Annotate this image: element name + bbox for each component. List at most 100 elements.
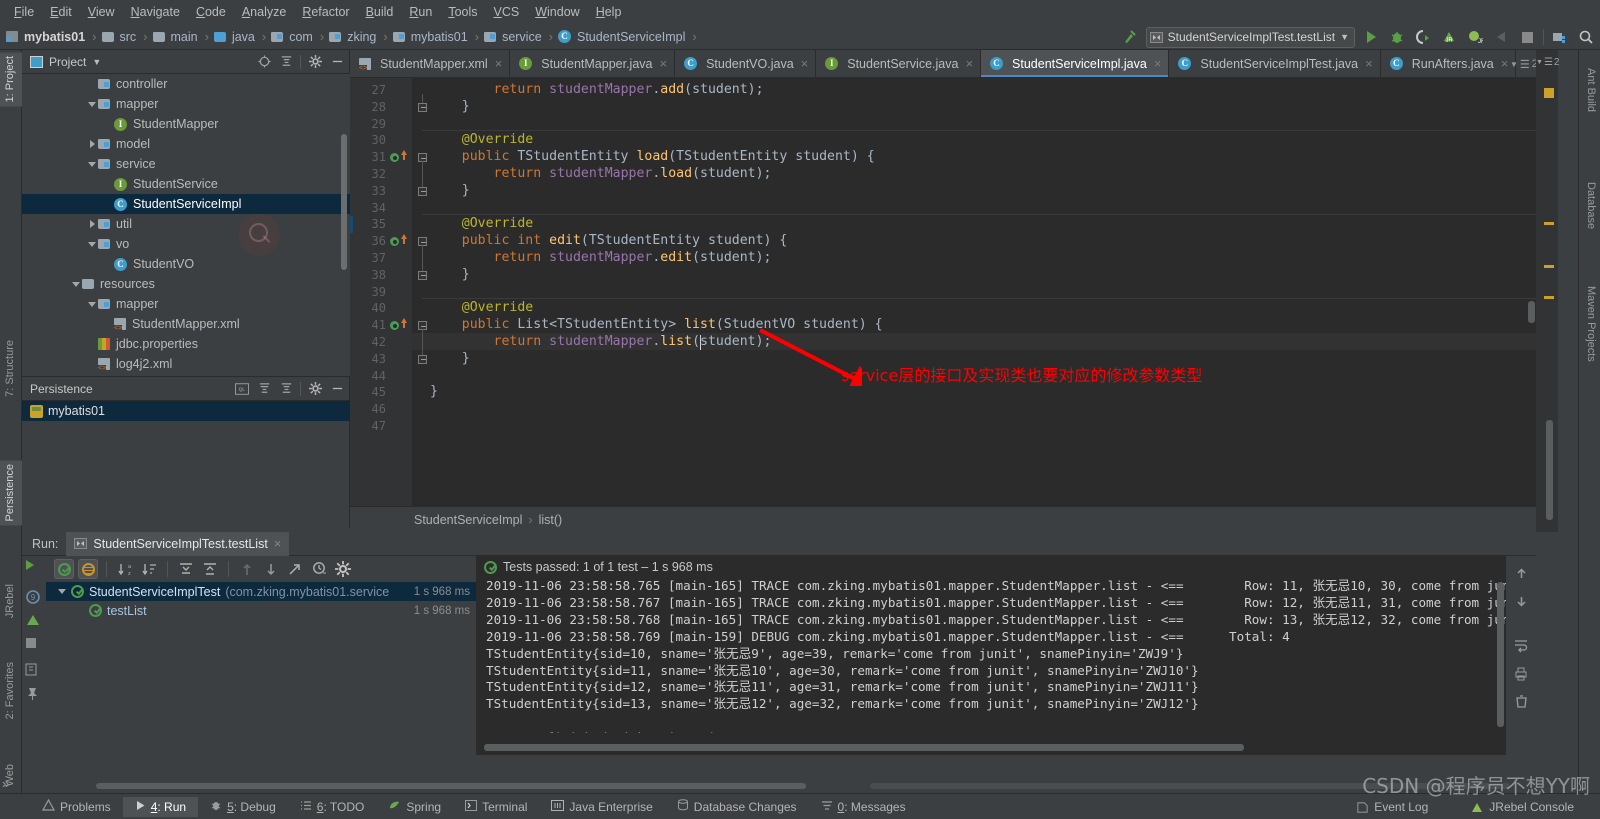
tree-node-model[interactable]: model bbox=[22, 134, 350, 154]
tree-toggle[interactable] bbox=[102, 314, 114, 334]
test-tree-row-testlist[interactable]: testList 1 s 968 ms bbox=[46, 601, 476, 620]
tree-node-controller[interactable]: controller bbox=[22, 74, 350, 94]
status-bar-5-debug[interactable]: 5: Debug bbox=[198, 796, 288, 817]
tree-node-studentserviceimpl[interactable]: C StudentServiceImpl bbox=[22, 194, 350, 214]
editor-tab-studentserviceimpl-java[interactable]: C StudentServiceImpl.java × bbox=[981, 50, 1170, 77]
export-test-results-icon[interactable] bbox=[285, 559, 305, 579]
tree-toggle[interactable] bbox=[102, 174, 114, 194]
tool-window-database[interactable]: Database bbox=[1579, 178, 1600, 233]
tool-window-jrebel[interactable]: JRebel bbox=[0, 580, 22, 622]
horizontal-splitter[interactable] bbox=[96, 783, 806, 789]
console-horizontal-scrollbar[interactable] bbox=[484, 744, 1244, 751]
search-everywhere-icon[interactable] bbox=[1576, 27, 1596, 47]
run-button[interactable] bbox=[1361, 27, 1381, 47]
tree-toggle[interactable] bbox=[102, 254, 114, 274]
tree-node-mapper[interactable]: mapper bbox=[22, 94, 350, 114]
stop-icon[interactable] bbox=[26, 638, 36, 648]
menu-item-build[interactable]: Build bbox=[358, 2, 402, 22]
menu-item-tools[interactable]: Tools bbox=[440, 2, 485, 22]
tree-node-util[interactable]: util bbox=[22, 214, 350, 234]
status-bar-spring[interactable]: Spring bbox=[376, 796, 453, 817]
menu-item-window[interactable]: Window bbox=[527, 2, 587, 22]
scroll-up-icon[interactable] bbox=[1514, 566, 1529, 584]
tree-toggle[interactable] bbox=[102, 194, 114, 214]
code-fold-icon[interactable] bbox=[418, 186, 427, 196]
menu-item-navigate[interactable]: Navigate bbox=[123, 2, 188, 22]
test-settings-gear-icon[interactable] bbox=[333, 559, 353, 579]
status-bar-6-todo[interactable]: 6: TODO bbox=[288, 797, 377, 817]
editor-tab-studentmapper-xml[interactable]: StudentMapper.xml × bbox=[350, 50, 511, 77]
close-icon[interactable]: × bbox=[965, 56, 973, 71]
tree-node-vo[interactable]: vo bbox=[22, 234, 350, 254]
tree-toggle-collapsed-icon[interactable] bbox=[86, 134, 98, 154]
status-bar-database-changes[interactable]: Database Changes bbox=[665, 796, 809, 817]
breadcrumb-item-studentserviceimpl[interactable]: C StudentServiceImpl › bbox=[558, 29, 702, 45]
debug-button[interactable] bbox=[1387, 27, 1407, 47]
close-icon[interactable]: × bbox=[801, 56, 809, 71]
tree-toggle-expanded-icon[interactable] bbox=[86, 234, 98, 254]
console-vertical-scrollbar[interactable] bbox=[1497, 582, 1504, 727]
hide-icon[interactable] bbox=[329, 54, 345, 70]
status-bar-problems[interactable]: Problems bbox=[30, 796, 123, 817]
close-icon[interactable]: × bbox=[274, 536, 282, 551]
tool-window-ant-build[interactable]: Ant Build bbox=[1579, 64, 1600, 116]
sort-by-duration-icon[interactable] bbox=[139, 559, 159, 579]
tree-toggle-expanded-icon[interactable] bbox=[86, 294, 98, 314]
rerun-button[interactable] bbox=[26, 560, 34, 570]
sort-alphabetically-icon[interactable]: az bbox=[115, 559, 135, 579]
collapse-all-icon[interactable] bbox=[200, 559, 220, 579]
tree-node-service[interactable]: service bbox=[22, 154, 350, 174]
print-icon[interactable] bbox=[1513, 666, 1529, 684]
show-passed-toggle[interactable] bbox=[54, 559, 74, 579]
persistence-item-mybatis01[interactable]: mybatis01 bbox=[22, 401, 350, 421]
menu-item-vcs[interactable]: VCS bbox=[486, 2, 528, 22]
close-icon[interactable]: × bbox=[660, 56, 668, 71]
menu-item-code[interactable]: Code bbox=[188, 2, 234, 22]
breadcrumb-item-com[interactable]: com › bbox=[271, 29, 329, 45]
menu-item-refactor[interactable]: Refactor bbox=[294, 2, 357, 22]
breadcrumb-class[interactable]: StudentServiceImpl bbox=[414, 513, 522, 527]
breadcrumb-item-java[interactable]: java › bbox=[213, 29, 271, 45]
breadcrumb-method[interactable]: list() bbox=[539, 513, 563, 527]
breadcrumb-item-zking[interactable]: zking › bbox=[329, 29, 393, 45]
run-with-coverage-button[interactable] bbox=[1413, 27, 1433, 47]
implements-method-icon[interactable] bbox=[390, 235, 399, 249]
tool-window-persistence[interactable]: Persistence bbox=[0, 460, 22, 526]
toggle-auto-test-icon[interactable] bbox=[25, 612, 41, 631]
tree-node-studentservice[interactable]: I StudentService bbox=[22, 174, 350, 194]
code-editor[interactable]: 27 return studentMapper.add(student); 28 … bbox=[350, 78, 1536, 506]
hide-icon[interactable] bbox=[329, 381, 345, 397]
persistence-tree[interactable]: mybatis01 bbox=[22, 401, 350, 529]
menu-item-help[interactable]: Help bbox=[588, 2, 630, 22]
tree-toggle[interactable] bbox=[86, 334, 98, 354]
status-bar-4-run[interactable]: 4: Run bbox=[122, 796, 199, 817]
editor-tab-runafters-java[interactable]: C RunAfters.java × bbox=[1381, 50, 1517, 77]
tree-toggle-expanded-icon[interactable] bbox=[70, 274, 82, 294]
chevron-down-icon[interactable]: ▼ bbox=[92, 57, 101, 67]
editor-tab-studentserviceimpltest-java[interactable]: C StudentServiceImplTest.java × bbox=[1169, 50, 1381, 77]
next-failed-test-icon[interactable] bbox=[261, 559, 281, 579]
prev-failed-test-icon[interactable] bbox=[237, 559, 257, 579]
implements-method-icon[interactable] bbox=[390, 151, 399, 165]
tree-node-studentmapper[interactable]: I StudentMapper bbox=[22, 114, 350, 134]
soft-wrap-icon[interactable] bbox=[1513, 638, 1529, 656]
sql-icon[interactable]: QL bbox=[234, 381, 250, 397]
tree-toggle[interactable] bbox=[86, 74, 98, 94]
tree-toggle-expanded-icon[interactable] bbox=[86, 154, 98, 174]
tool-window-project[interactable]: 1: Project bbox=[0, 52, 22, 107]
run-junit-button[interactable]: JR bbox=[1439, 27, 1459, 47]
tree-node-jdbc-properties[interactable]: jdbc.properties bbox=[22, 334, 350, 354]
gear-icon[interactable] bbox=[307, 54, 323, 70]
tree-toggle-expanded-icon[interactable] bbox=[86, 94, 98, 114]
menu-item-analyze[interactable]: Analyze bbox=[234, 2, 294, 22]
breadcrumb-item-main[interactable]: main › bbox=[152, 29, 214, 45]
project-structure-button[interactable] bbox=[1550, 27, 1570, 47]
editor-tab-studentvo-java[interactable]: C StudentVO.java × bbox=[675, 50, 817, 77]
test-history-icon[interactable] bbox=[309, 559, 329, 579]
tree-node-log4j2-xml[interactable]: log4j2.xml bbox=[22, 354, 350, 374]
menu-item-file[interactable]: File bbox=[6, 2, 42, 22]
breadcrumb-item-mybatis01[interactable]: mybatis01 › bbox=[6, 29, 102, 45]
tree-toggle-collapsed-icon[interactable] bbox=[86, 214, 98, 234]
show-ignored-toggle[interactable] bbox=[78, 559, 98, 579]
run-tab-active[interactable]: StudentServiceImplTest.testList × bbox=[66, 531, 290, 556]
